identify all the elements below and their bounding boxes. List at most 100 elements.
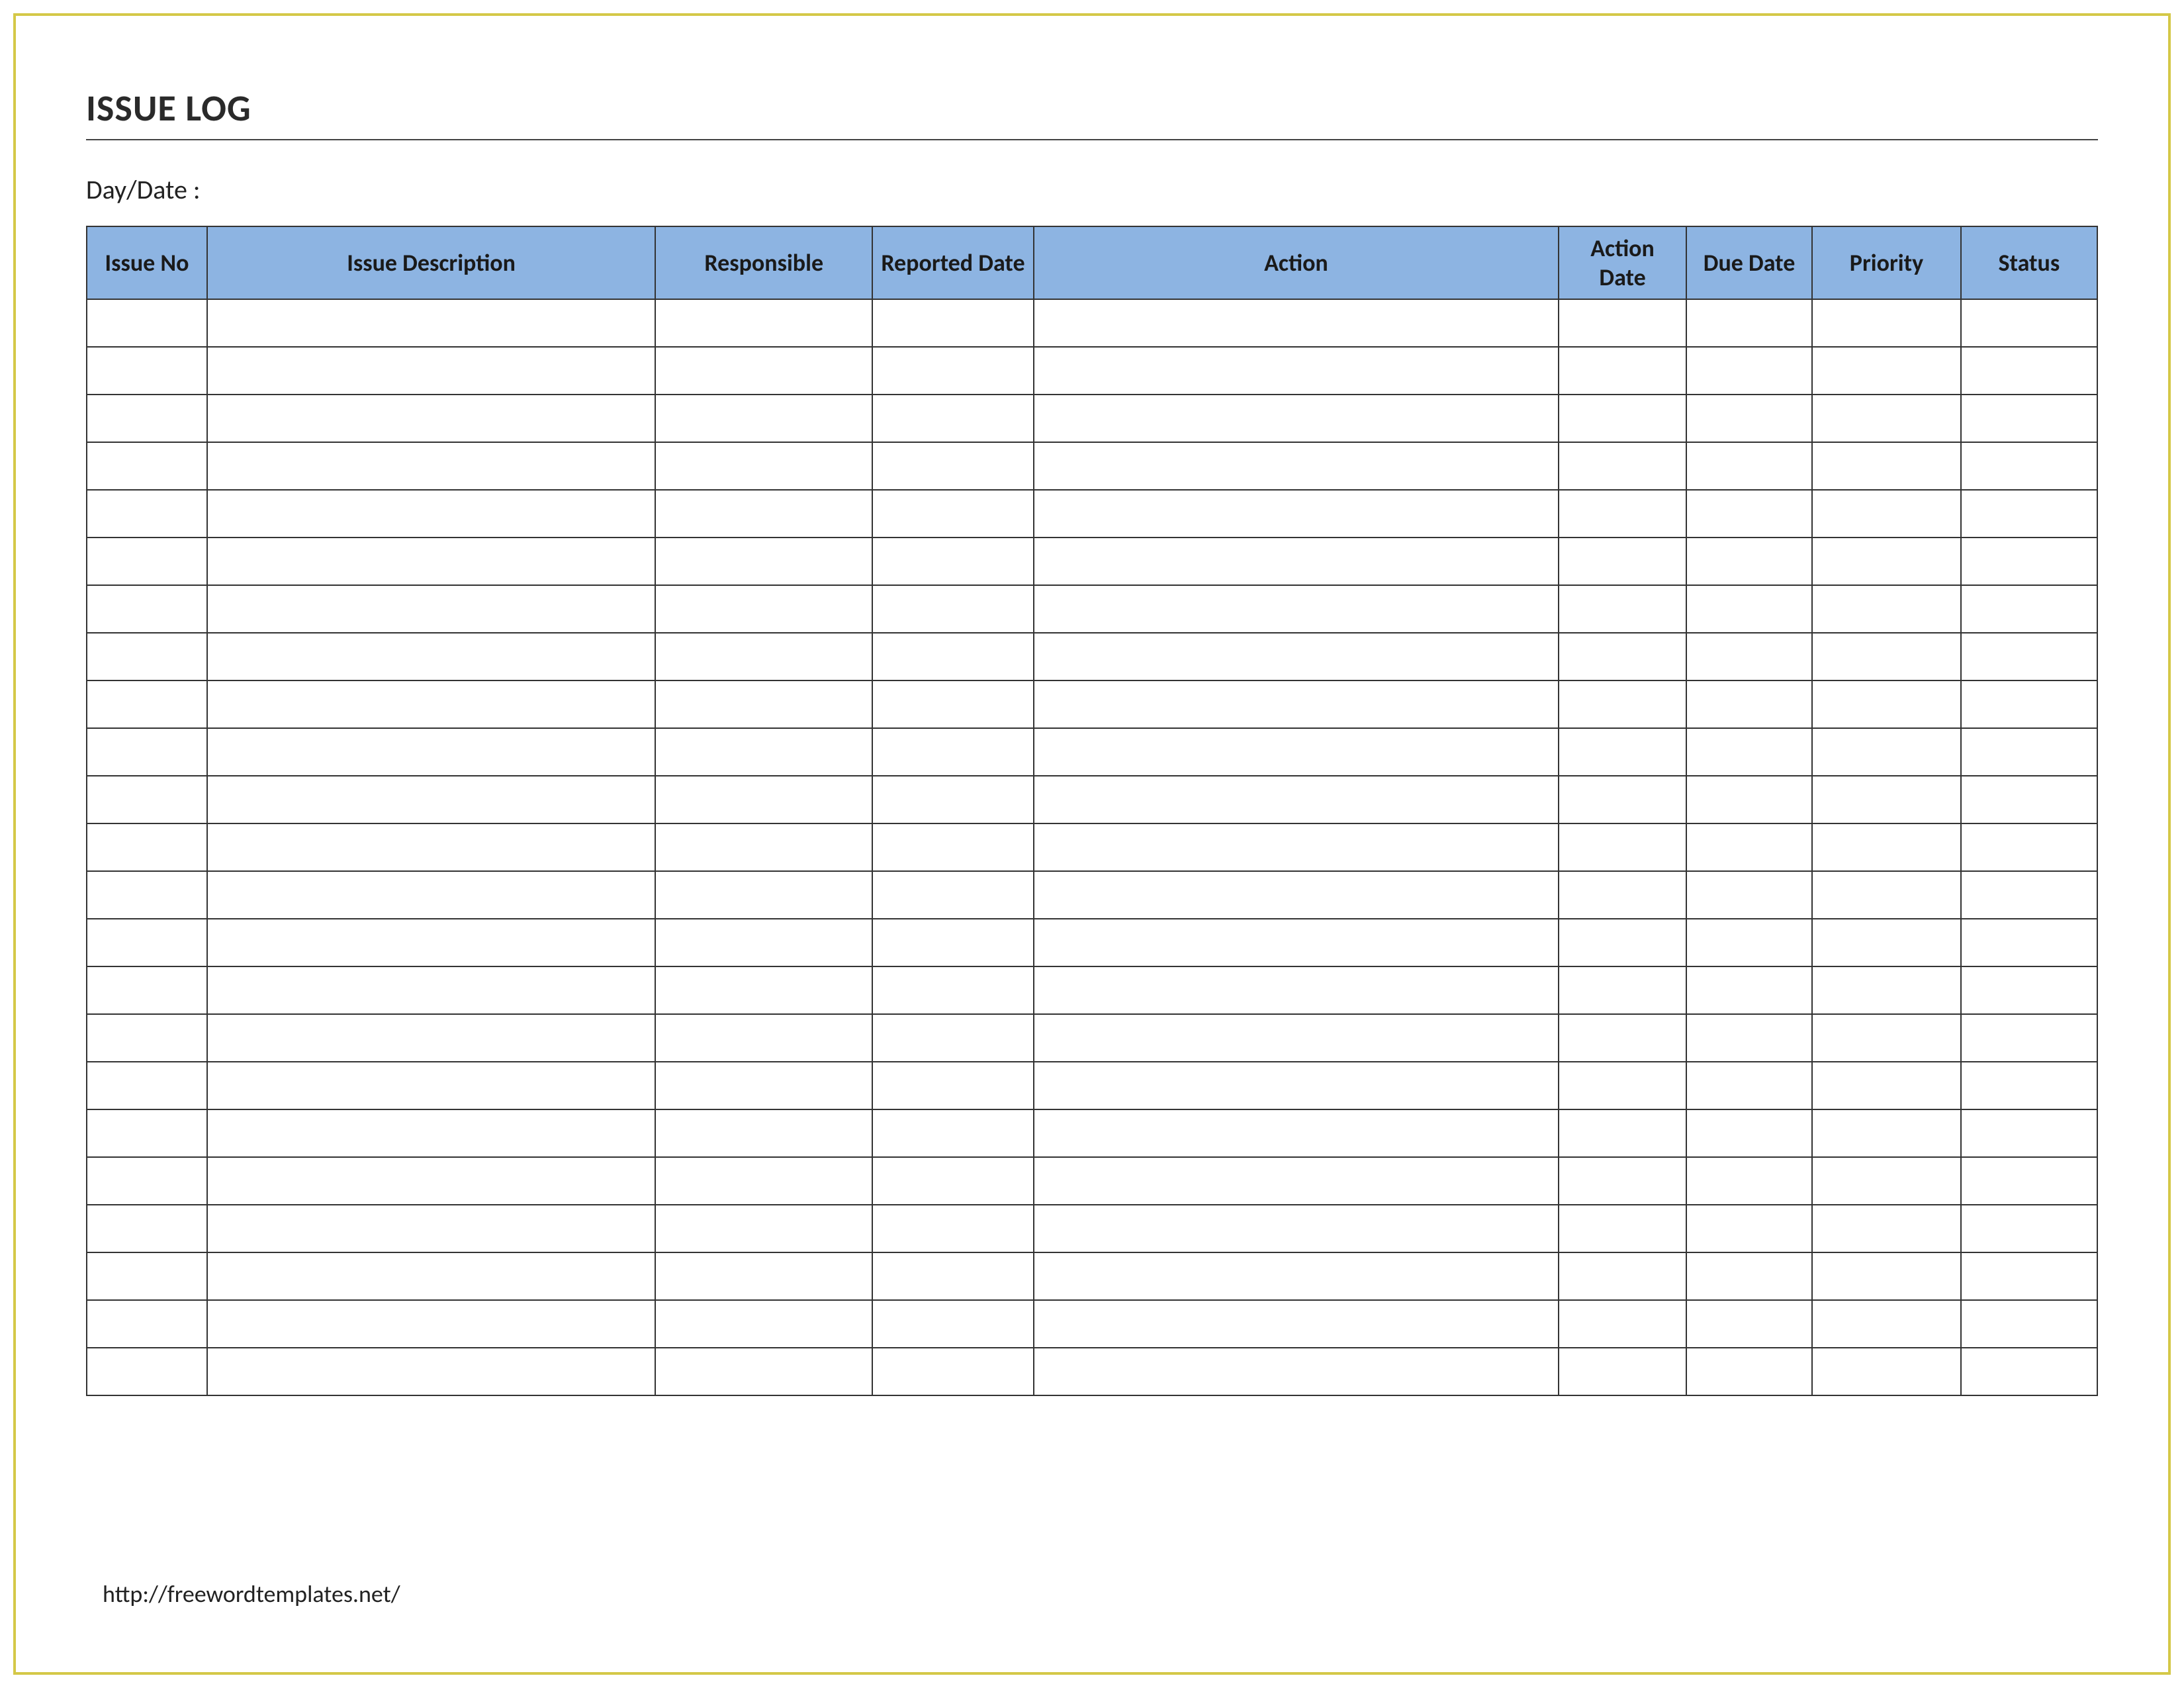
cell-action_date xyxy=(1559,1348,1686,1395)
cell-description xyxy=(207,1252,655,1300)
cell-status xyxy=(1961,490,2097,538)
cell-due_date xyxy=(1686,823,1812,871)
col-header-status: Status xyxy=(1961,226,2097,299)
cell-action_date xyxy=(1559,1205,1686,1252)
cell-priority xyxy=(1812,776,1960,823)
table-row xyxy=(87,1348,2097,1395)
cell-description xyxy=(207,966,655,1014)
cell-action_date xyxy=(1559,680,1686,728)
cell-priority xyxy=(1812,966,1960,1014)
cell-reported_date xyxy=(872,1348,1033,1395)
cell-issue_no xyxy=(87,585,207,633)
cell-action_date xyxy=(1559,490,1686,538)
cell-description xyxy=(207,871,655,919)
cell-action_date xyxy=(1559,442,1686,490)
cell-reported_date xyxy=(872,585,1033,633)
cell-status xyxy=(1961,1300,2097,1348)
cell-due_date xyxy=(1686,1062,1812,1109)
cell-action xyxy=(1034,1205,1559,1252)
cell-reported_date xyxy=(872,395,1033,442)
cell-action xyxy=(1034,776,1559,823)
cell-due_date xyxy=(1686,633,1812,680)
cell-reported_date xyxy=(872,871,1033,919)
cell-issue_no xyxy=(87,1300,207,1348)
cell-status xyxy=(1961,871,2097,919)
cell-reported_date xyxy=(872,680,1033,728)
cell-responsible xyxy=(655,1348,872,1395)
cell-due_date xyxy=(1686,585,1812,633)
cell-priority xyxy=(1812,1300,1960,1348)
cell-description xyxy=(207,1348,655,1395)
cell-priority xyxy=(1812,680,1960,728)
footer-url: http://freewordtemplates.net/ xyxy=(103,1579,400,1609)
cell-status xyxy=(1961,1205,2097,1252)
cell-responsible xyxy=(655,776,872,823)
cell-priority xyxy=(1812,1348,1960,1395)
cell-status xyxy=(1961,299,2097,347)
cell-description xyxy=(207,442,655,490)
cell-description xyxy=(207,633,655,680)
cell-reported_date xyxy=(872,728,1033,776)
cell-action xyxy=(1034,1014,1559,1062)
cell-action xyxy=(1034,633,1559,680)
cell-issue_no xyxy=(87,823,207,871)
cell-issue_no xyxy=(87,490,207,538)
cell-priority xyxy=(1812,1205,1960,1252)
cell-action_date xyxy=(1559,1252,1686,1300)
cell-due_date xyxy=(1686,490,1812,538)
cell-status xyxy=(1961,728,2097,776)
cell-description xyxy=(207,299,655,347)
cell-issue_no xyxy=(87,1252,207,1300)
cell-responsible xyxy=(655,347,872,395)
cell-reported_date xyxy=(872,538,1033,585)
cell-responsible xyxy=(655,490,872,538)
cell-priority xyxy=(1812,490,1960,538)
cell-action xyxy=(1034,299,1559,347)
document-content: ISSUE LOG Day/Date : Issue No Issue Desc… xyxy=(86,86,2098,1622)
title-underline xyxy=(86,139,2098,140)
cell-action_date xyxy=(1559,823,1686,871)
cell-reported_date xyxy=(872,490,1033,538)
cell-status xyxy=(1961,776,2097,823)
cell-due_date xyxy=(1686,776,1812,823)
cell-reported_date xyxy=(872,442,1033,490)
cell-action_date xyxy=(1559,585,1686,633)
cell-responsible xyxy=(655,1109,872,1157)
cell-action_date xyxy=(1559,1109,1686,1157)
cell-reported_date xyxy=(872,1252,1033,1300)
cell-priority xyxy=(1812,347,1960,395)
cell-reported_date xyxy=(872,1157,1033,1205)
cell-status xyxy=(1961,442,2097,490)
cell-action xyxy=(1034,442,1559,490)
table-row xyxy=(87,442,2097,490)
cell-action xyxy=(1034,1300,1559,1348)
cell-description xyxy=(207,490,655,538)
cell-description xyxy=(207,1109,655,1157)
cell-reported_date xyxy=(872,633,1033,680)
cell-action_date xyxy=(1559,871,1686,919)
cell-reported_date xyxy=(872,1300,1033,1348)
cell-priority xyxy=(1812,633,1960,680)
cell-description xyxy=(207,823,655,871)
cell-description xyxy=(207,1157,655,1205)
cell-action_date xyxy=(1559,538,1686,585)
cell-action xyxy=(1034,1109,1559,1157)
cell-action xyxy=(1034,585,1559,633)
table-row xyxy=(87,490,2097,538)
cell-responsible xyxy=(655,680,872,728)
table-row xyxy=(87,776,2097,823)
cell-issue_no xyxy=(87,966,207,1014)
cell-priority xyxy=(1812,871,1960,919)
cell-action_date xyxy=(1559,347,1686,395)
cell-action xyxy=(1034,490,1559,538)
cell-due_date xyxy=(1686,347,1812,395)
cell-action xyxy=(1034,1062,1559,1109)
cell-description xyxy=(207,395,655,442)
cell-issue_no xyxy=(87,776,207,823)
cell-action xyxy=(1034,1252,1559,1300)
cell-issue_no xyxy=(87,299,207,347)
cell-due_date xyxy=(1686,395,1812,442)
cell-reported_date xyxy=(872,919,1033,966)
cell-action xyxy=(1034,538,1559,585)
cell-priority xyxy=(1812,823,1960,871)
